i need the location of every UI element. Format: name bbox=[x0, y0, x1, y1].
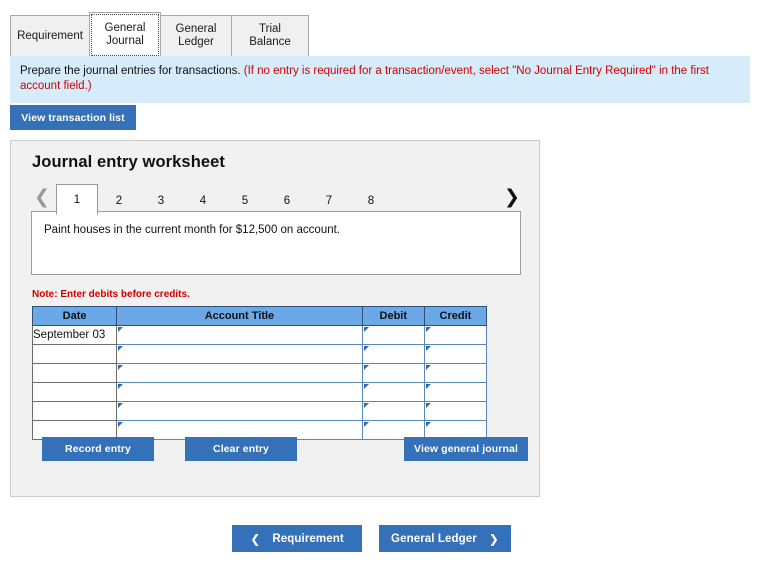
table-row bbox=[31, 382, 488, 402]
cell-marker-icon bbox=[363, 365, 369, 370]
column-header-debit: Debit bbox=[361, 306, 425, 326]
column-header-credit: Credit bbox=[423, 306, 488, 326]
cell-marker-icon bbox=[425, 327, 431, 332]
chevron-left-icon: ❮ bbox=[250, 531, 261, 546]
date-cell[interactable] bbox=[31, 382, 118, 402]
debit-input[interactable] bbox=[361, 363, 425, 383]
pager-tab-6[interactable]: 6 bbox=[266, 187, 308, 214]
pager-tab-5[interactable]: 5 bbox=[224, 187, 266, 214]
date-cell[interactable] bbox=[31, 363, 118, 383]
table-row: September 03 bbox=[31, 325, 488, 345]
view-transaction-list-button[interactable]: View transaction list bbox=[10, 105, 136, 130]
table-row bbox=[31, 401, 488, 421]
chevron-left-icon: ❮ bbox=[34, 185, 50, 208]
table-row bbox=[31, 363, 488, 383]
cell-marker-icon bbox=[118, 403, 124, 408]
table-header-row: Date Account Title Debit Credit bbox=[31, 306, 488, 326]
transaction-description-box: Paint houses in the current month for $1… bbox=[31, 211, 521, 275]
credit-input[interactable] bbox=[423, 382, 488, 402]
instruction-banner: Prepare the journal entries for transact… bbox=[10, 56, 750, 103]
pager-tab-2[interactable]: 2 bbox=[98, 187, 140, 214]
account-title-input[interactable] bbox=[116, 401, 363, 421]
debit-input[interactable] bbox=[361, 325, 425, 345]
credit-input[interactable] bbox=[423, 363, 488, 383]
cell-marker-icon bbox=[118, 365, 124, 370]
table-row bbox=[31, 344, 488, 364]
column-header-date: Date bbox=[31, 306, 118, 326]
pager-tab-list: 1 2 3 4 5 6 7 8 bbox=[56, 183, 495, 215]
record-entry-button[interactable]: Record entry bbox=[42, 437, 154, 461]
debit-input[interactable] bbox=[361, 344, 425, 364]
account-title-input[interactable] bbox=[116, 325, 363, 345]
tab-general-journal[interactable]: General Journal bbox=[89, 12, 161, 56]
credit-input[interactable] bbox=[423, 344, 488, 364]
cell-marker-icon bbox=[425, 422, 431, 427]
main-tab-strip: Requirement General Journal General Ledg… bbox=[10, 12, 750, 56]
cell-marker-icon bbox=[118, 384, 124, 389]
nav-prev-label: Requirement bbox=[272, 532, 344, 545]
chevron-right-icon[interactable]: ❯ bbox=[501, 183, 523, 211]
worksheet-pager: ❮ 1 2 3 4 5 6 7 8 ❯ bbox=[31, 181, 523, 215]
column-header-account: Account Title bbox=[116, 306, 363, 326]
cell-marker-icon bbox=[363, 422, 369, 427]
cell-marker-icon bbox=[363, 384, 369, 389]
clear-entry-button[interactable]: Clear entry bbox=[185, 437, 297, 461]
cell-marker-icon bbox=[425, 365, 431, 370]
debits-before-credits-note: Note: Enter debits before credits. bbox=[32, 289, 190, 300]
cell-marker-icon bbox=[425, 403, 431, 408]
nav-previous-requirement-button[interactable]: ❮ Requirement bbox=[232, 525, 362, 552]
cell-marker-icon bbox=[118, 346, 124, 351]
cell-marker-icon bbox=[425, 346, 431, 351]
transaction-description-text: Paint houses in the current month for $1… bbox=[44, 224, 340, 236]
cell-marker-icon bbox=[363, 403, 369, 408]
journal-entry-table: Date Account Title Debit Credit Septembe… bbox=[31, 306, 488, 440]
account-title-input[interactable] bbox=[116, 382, 363, 402]
pager-tab-3[interactable]: 3 bbox=[140, 187, 182, 214]
tab-trial-balance[interactable]: Trial Balance bbox=[231, 15, 309, 56]
tab-general-ledger[interactable]: General Ledger bbox=[160, 15, 232, 56]
credit-input[interactable] bbox=[423, 401, 488, 421]
pager-tab-4[interactable]: 4 bbox=[182, 187, 224, 214]
cell-marker-icon bbox=[118, 422, 124, 427]
chevron-right-icon: ❯ bbox=[488, 531, 499, 546]
credit-input[interactable] bbox=[423, 325, 488, 345]
date-cell[interactable] bbox=[31, 344, 118, 364]
debit-input[interactable] bbox=[361, 401, 425, 421]
debit-input[interactable] bbox=[361, 382, 425, 402]
pager-tab-7[interactable]: 7 bbox=[308, 187, 350, 214]
nav-next-general-ledger-button[interactable]: General Ledger ❯ bbox=[379, 525, 511, 552]
tab-requirement[interactable]: Requirement bbox=[10, 15, 90, 56]
date-cell[interactable]: September 03 bbox=[31, 325, 118, 345]
view-general-journal-button[interactable]: View general journal bbox=[404, 437, 528, 461]
account-title-input[interactable] bbox=[116, 344, 363, 364]
pager-tab-8[interactable]: 8 bbox=[350, 187, 392, 214]
journal-entry-worksheet-panel: Journal entry worksheet ❮ 1 2 3 4 5 6 7 … bbox=[10, 140, 540, 497]
nav-next-label: General Ledger bbox=[391, 532, 477, 545]
cell-marker-icon bbox=[363, 327, 369, 332]
date-cell[interactable] bbox=[31, 401, 118, 421]
cell-marker-icon bbox=[118, 327, 124, 332]
worksheet-title: Journal entry worksheet bbox=[32, 153, 226, 171]
cell-marker-icon bbox=[363, 346, 369, 351]
cell-marker-icon bbox=[425, 384, 431, 389]
instruction-text: Prepare the journal entries for transact… bbox=[20, 65, 244, 77]
account-title-input[interactable] bbox=[116, 363, 363, 383]
pager-tab-1[interactable]: 1 bbox=[56, 184, 98, 215]
